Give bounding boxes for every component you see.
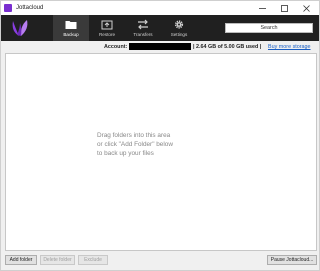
toolbar: Backup Restore Transfers Settings Search [1,15,319,41]
instruction-line: or click "Add Folder" below [97,141,173,148]
tab-transfers[interactable]: Transfers [125,15,161,41]
exclude-button[interactable]: Exclude [78,255,108,265]
buy-storage-link[interactable]: Buy more storage [268,44,311,50]
tab-transfers-label: Transfers [133,32,153,37]
delete-folder-button[interactable]: Delete folder [40,255,75,265]
minimize-button[interactable] [251,1,273,15]
tab-restore-label: Restore [98,32,116,37]
maximize-icon [280,4,288,12]
maximize-button[interactable] [273,1,295,15]
tab-backup[interactable]: Backup [53,15,89,41]
instruction-line: Drag folders into this area [97,132,171,139]
instruction-line: to back up your files [97,150,154,157]
pause-jottacloud-button[interactable]: Pause Jottacloud... [267,255,317,265]
storage-usage: | 2.64 GB of 5.00 GB used | [193,44,262,50]
folder-icon [65,21,77,29]
jottacloud-logo [12,20,28,36]
gear-icon [174,20,184,29]
transfers-icon [138,19,148,30]
add-folder-button[interactable]: Add folder [5,255,37,265]
main-tabs: Backup Restore Transfers Settings [53,15,197,41]
tab-settings-label: Settings [170,32,188,37]
minimize-icon [258,7,266,9]
title-bar: Jottacloud [1,1,319,15]
close-icon [302,4,310,12]
window-controls [251,1,317,15]
search-input[interactable]: Search [225,23,313,33]
dropzone-instructions: Drag folders into this area or click "Ad… [97,131,207,158]
close-button[interactable] [295,1,317,15]
tab-settings[interactable]: Settings [161,15,197,41]
tab-restore[interactable]: Restore [89,15,125,41]
window-title: Jottacloud [16,5,44,11]
restore-icon [101,20,113,30]
app-icon [4,4,12,12]
account-label: Account: [104,44,128,50]
app-window: Jottacloud Backup Restore Transfers Sett… [0,0,320,271]
account-bar: Account: | 2.64 GB of 5.00 GB used | Buy… [1,42,319,52]
tab-backup-label: Backup [63,32,79,37]
account-name-redacted [129,43,191,50]
